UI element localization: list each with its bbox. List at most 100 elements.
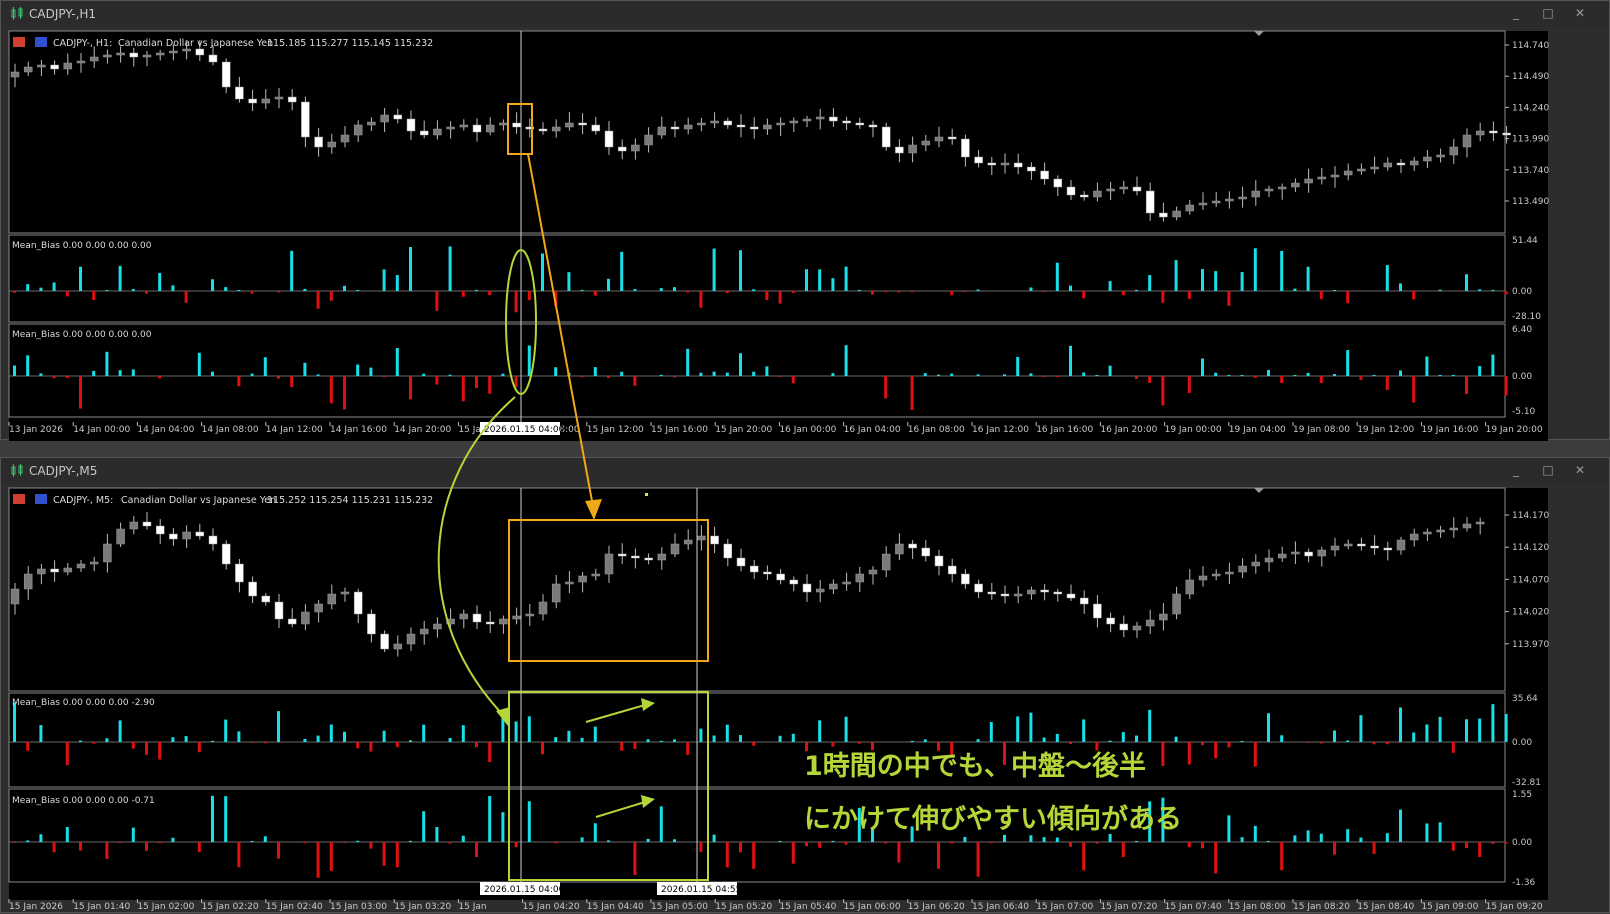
candle-body (723, 543, 733, 559)
candle-body (1106, 188, 1115, 192)
hist-bar-positive (409, 840, 412, 842)
hist-bar-positive (1372, 374, 1376, 376)
ohlc-values: 115.185 115.277 115.145 115.232 (267, 38, 433, 49)
hist-bar-positive (369, 367, 373, 376)
hist-bar-negative (805, 842, 808, 847)
hist-bar-positive (831, 278, 835, 291)
hist-bar-negative (699, 291, 703, 308)
hist-bar-negative (1333, 842, 1336, 855)
window-titlebar[interactable]: CADJPY-,M5 _ □ ✕ (1, 458, 1609, 484)
hist-bar-negative (1082, 291, 1086, 299)
hist-bar-negative (1055, 376, 1059, 378)
hist-bar-positive (1412, 732, 1416, 742)
symbol-label: CADJPY-, H1: (53, 38, 112, 49)
candle-body (1304, 551, 1313, 557)
candle-body (1000, 162, 1010, 166)
chart-header-icon-2 (35, 37, 47, 47)
candle-body (1343, 170, 1353, 176)
candle-body (1119, 186, 1129, 190)
chart-area-h1[interactable]: CADJPY-, H1: Canadian Dollar vs Japanese… (1, 27, 1610, 441)
hist-bar-positive (461, 725, 465, 742)
candle-body (802, 583, 812, 593)
time-tick-label: 15 Jan 02:20 (202, 902, 259, 912)
hist-bar-negative (1187, 842, 1191, 848)
candle-body (103, 543, 112, 563)
candle-body (921, 140, 931, 146)
hist-bar-positive (752, 371, 756, 376)
hist-bar-negative (158, 742, 162, 760)
hist-bar-negative (1187, 376, 1191, 393)
time-tick-label: 14 Jan 04:00 (137, 425, 194, 435)
hist-bar-negative (65, 291, 69, 297)
hist-bar-positive (844, 266, 848, 291)
hist-bar-positive (1016, 356, 1020, 376)
time-tick-label: 15 Jan 06:00 (844, 902, 901, 912)
hist-bar-positive (422, 724, 426, 742)
hist-bar-negative (145, 291, 148, 294)
hist-bar-positive (118, 265, 122, 291)
time-tick-label: 15 Jan 07:20 (1100, 902, 1157, 912)
chart-area-m5[interactable]: CADJPY-, M5: Canadian Dollar vs Japanese… (1, 484, 1610, 914)
candle-body (367, 121, 376, 126)
hist-bar-positive (488, 796, 492, 842)
hist-bar-positive (976, 374, 980, 376)
candle-body (459, 124, 469, 128)
hist-bar-negative (1319, 376, 1323, 383)
candle-body (472, 613, 482, 623)
candle-body (63, 62, 73, 70)
hist-bar-negative (250, 291, 254, 294)
hist-bar-positive (1359, 837, 1363, 842)
time-tick-label: 15 Jan 05:40 (779, 902, 836, 912)
hist-bar-positive (395, 275, 399, 291)
candle-body (1423, 156, 1432, 162)
hist-bar-positive (1465, 274, 1468, 291)
hist-bar-positive (1399, 370, 1402, 376)
close-icon[interactable]: ✕ (1573, 463, 1587, 477)
candle-body (1159, 212, 1168, 218)
hist-bar-positive (593, 726, 597, 742)
chart-header-icon (13, 37, 25, 47)
hist-bar-positive (316, 735, 320, 742)
hist-bar-positive (211, 740, 214, 742)
hist-bar-negative (1504, 376, 1508, 396)
hist-bar-positive (580, 289, 584, 291)
minimize-icon[interactable]: _ (1509, 463, 1523, 477)
hist-bar-positive (277, 711, 280, 742)
candle-body (829, 116, 838, 122)
hist-bar-positive (1055, 733, 1059, 742)
candle-body (37, 568, 46, 575)
chart-window-m5[interactable]: CADJPY-,M5 _ □ ✕ CADJPY-, M5: Canadian D… (0, 457, 1610, 913)
minimize-icon[interactable]: _ (1509, 6, 1523, 20)
hist-bar-positive (1438, 289, 1442, 291)
hist-bar-positive (448, 737, 452, 742)
hist-bar-positive (1135, 735, 1138, 742)
hist-bar-positive (659, 806, 663, 842)
hist-bar-positive (39, 834, 43, 842)
hist-bar-positive (79, 740, 82, 742)
hist-bar-positive (197, 352, 201, 376)
maximize-icon[interactable]: □ (1541, 6, 1555, 20)
maximize-icon[interactable]: □ (1541, 463, 1555, 477)
window-titlebar[interactable]: CADJPY-,H1 _ □ ✕ (1, 1, 1609, 27)
annotation-line-1: 1時間の中でも、中盤～後半 (804, 751, 1146, 782)
indicator-scale-label: 35.64 (1512, 694, 1538, 704)
candle-chart-icon (11, 464, 23, 477)
hist-bar-positive (26, 840, 30, 842)
close-icon[interactable]: ✕ (1573, 6, 1587, 20)
candle-body (525, 126, 535, 130)
candle-body (50, 64, 59, 70)
candle-body (1172, 593, 1181, 615)
hist-bar-negative (1135, 376, 1138, 379)
chart-window-h1[interactable]: CADJPY-,H1 _ □ ✕ CADJPY-, H1: Canadian D… (0, 0, 1610, 441)
candle-body (195, 531, 205, 537)
hist-bar-positive (1148, 275, 1152, 291)
hist-bar-positive (263, 836, 267, 842)
hist-bar-positive (1346, 350, 1350, 376)
hist-bar-positive (118, 720, 122, 742)
hist-bar-positive (1174, 736, 1178, 742)
hist-bar-negative (989, 842, 993, 844)
hist-bar-positive (620, 371, 624, 376)
candle-body (1277, 553, 1287, 559)
hist-bar-negative (26, 742, 30, 751)
hist-bar-positive (1253, 825, 1257, 842)
